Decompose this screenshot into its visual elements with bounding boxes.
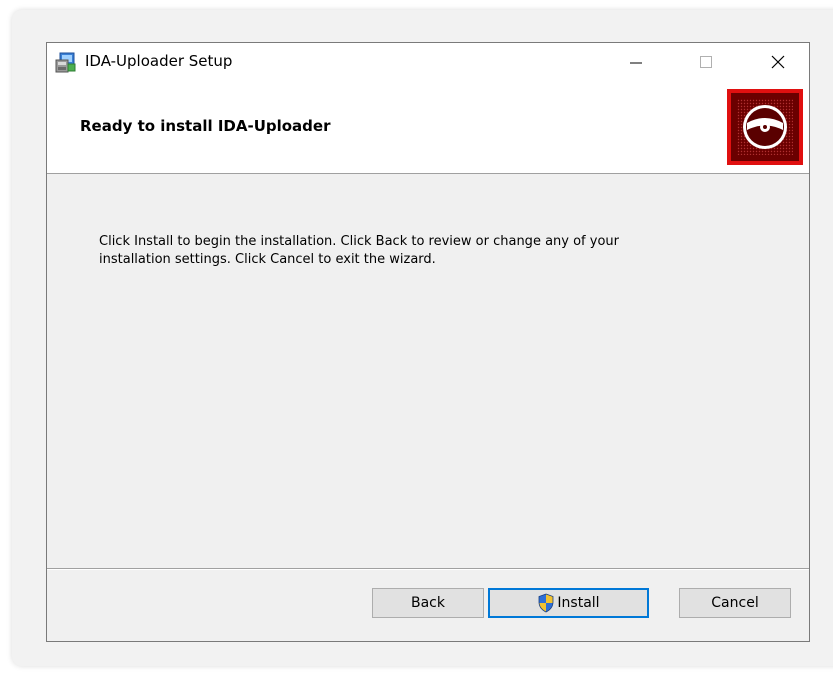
install-button[interactable]: Install	[488, 588, 649, 618]
instructions-line-2: installation settings. Click Cancel to e…	[99, 252, 436, 267]
uac-shield-icon	[539, 593, 554, 613]
close-button[interactable]	[755, 43, 801, 81]
maximize-icon	[700, 56, 712, 68]
cancel-button-label: Cancel	[711, 595, 759, 611]
instructions-line-1: Click Install to begin the installation.…	[99, 234, 619, 249]
maximize-button[interactable]	[683, 43, 729, 81]
minimize-icon	[630, 62, 642, 64]
back-button[interactable]: Back	[372, 588, 484, 618]
wizard-header: Ready to install IDA-Uploader	[47, 81, 809, 174]
page-title: Ready to install IDA-Uploader	[80, 117, 331, 135]
cancel-button[interactable]: Cancel	[679, 588, 791, 618]
window-title: IDA-Uploader Setup	[85, 52, 233, 70]
minimize-button[interactable]	[613, 43, 659, 81]
title-bar[interactable]: IDA-Uploader Setup	[47, 43, 809, 81]
instructions-text: Click Install to begin the installation.…	[99, 233, 739, 269]
setup-window: IDA-Uploader Setup Ready to install IDA-…	[46, 42, 810, 642]
installer-icon	[55, 51, 77, 73]
back-button-label: Back	[411, 595, 445, 611]
close-icon	[771, 55, 785, 69]
disc-icon	[737, 99, 793, 155]
product-logo	[727, 89, 803, 165]
install-button-label: Install	[557, 595, 600, 611]
footer-divider-highlight	[47, 569, 809, 570]
